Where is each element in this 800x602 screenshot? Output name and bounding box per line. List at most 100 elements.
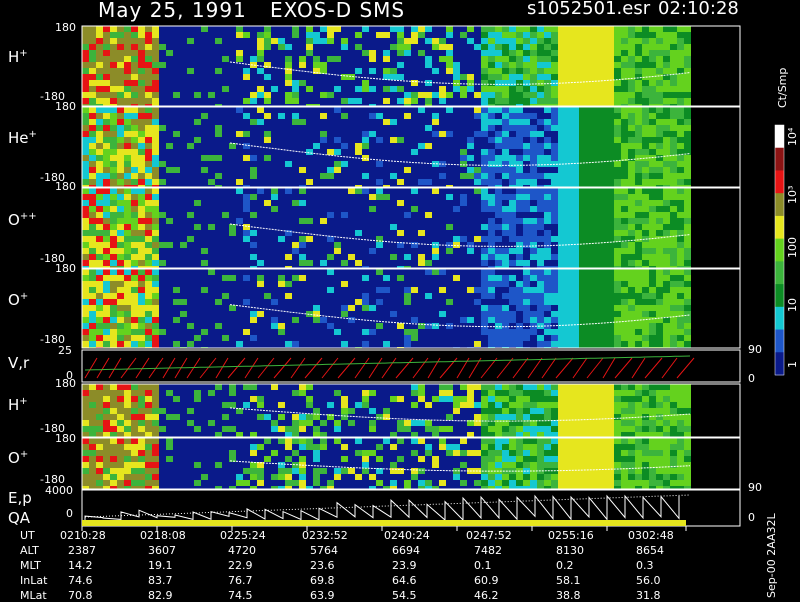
panel-ymax-o-plus-2: 180 <box>55 432 76 445</box>
panel-label-h-plus-2: H+ <box>8 396 28 414</box>
orbit-cell-alt: 2387 <box>68 544 96 557</box>
orbit-cell-alt: 4720 <box>228 544 256 557</box>
orbit-cell-alt: 5764 <box>310 544 338 557</box>
orbit-cell-mlat: 82.9 <box>148 589 173 602</box>
vr-red-sawtooth <box>368 357 383 379</box>
colorbar-swatch <box>775 238 784 262</box>
panel-rmax-e-p: 90 <box>748 481 762 494</box>
vr-red-sawtooth <box>199 357 217 379</box>
vr-red-sawtooth <box>512 357 529 379</box>
vr-red-sawtooth <box>273 357 292 379</box>
vr-red-sawtooth <box>120 357 137 379</box>
orbit-cell-mlt: 19.1 <box>148 559 173 572</box>
orbit-cell-inlat: 56.0 <box>636 574 661 587</box>
vr-red-sawtooth <box>631 357 646 379</box>
panel-label-e-p: E,p <box>8 489 32 507</box>
vr-red-sawtooth <box>321 357 339 379</box>
orbit-cell-mlat: 38.8 <box>556 589 581 602</box>
vr-red-sawtooth <box>427 357 441 379</box>
vr-red-sawtooth <box>395 357 414 379</box>
colorbar-swatch <box>775 352 784 376</box>
orbit-cell-alt: 8654 <box>636 544 664 557</box>
vr-red-sawtooth <box>381 357 397 379</box>
colorbar-tick-1e3: 10³ <box>786 185 799 204</box>
panel-label-o-plus-plus: O++ <box>8 211 37 229</box>
orbit-cell-ut: 0302:48 <box>628 529 674 542</box>
vr-red-sawtooth <box>257 357 275 379</box>
vr-red-sawtooth <box>337 357 356 379</box>
orbit-cell-mlat: 70.8 <box>68 589 93 602</box>
orbit-cell-inlat: 69.8 <box>310 574 335 587</box>
panel-rmax-v-r: 90 <box>748 343 762 356</box>
orbit-cell-ut: 0218:08 <box>140 529 186 542</box>
orbit-row-label: InLat <box>20 574 48 587</box>
colorbar-swatch <box>775 125 784 149</box>
colorbar-swatch <box>775 215 784 240</box>
panel-rmin-v-r: 0 <box>748 372 755 385</box>
panel-label-v-r: V,r <box>8 354 30 372</box>
vr-red-sawtooth <box>614 357 633 379</box>
panel-label-he-plus: He+ <box>8 129 37 147</box>
panel-ymax-o-plus: 180 <box>55 262 76 275</box>
orbit-cell-mlat: 46.2 <box>474 589 499 602</box>
colorbar-swatch <box>775 261 784 285</box>
vr-red-sawtooth <box>215 357 229 379</box>
orbit-cell-inlat: 60.9 <box>474 574 499 587</box>
vr-red-sawtooth <box>354 357 370 379</box>
panel-he-plus-spectrogram <box>82 107 691 187</box>
orbit-cell-ut: 0210:28 <box>60 529 106 542</box>
ep-pitch-trace <box>84 494 690 518</box>
orbit-cell-ut: 0240:24 <box>384 529 430 542</box>
panel-ymax-o-plus-plus: 180 <box>55 180 76 193</box>
colorbar-swatch <box>775 284 784 308</box>
side-note: Sep-00 2AA32L <box>765 513 778 598</box>
orbit-cell-mlt: 22.9 <box>228 559 253 572</box>
orbit-cell-mlt: 23.6 <box>310 559 335 572</box>
vr-red-sawtooth <box>135 357 150 379</box>
orbit-cell-alt: 7482 <box>474 544 502 557</box>
vr-red-sawtooth <box>244 357 259 379</box>
vr-red-sawtooth <box>84 357 98 379</box>
ep-energy-trace <box>84 494 680 522</box>
vr-red-sawtooth <box>644 357 663 379</box>
orbit-cell-mlt: 14.2 <box>68 559 93 572</box>
colorbar-tick-100: 100 <box>786 237 799 258</box>
vr-red-sawtooth <box>586 357 604 379</box>
colorbar-unit: Ct/Smp <box>776 67 789 108</box>
orbit-cell-ut: 0247:52 <box>466 529 512 542</box>
vr-red-sawtooth <box>541 357 557 379</box>
orbit-cell-inlat: 74.6 <box>68 574 93 587</box>
vr-red-sawtooth <box>96 357 110 379</box>
orbit-cell-mlat: 54.5 <box>392 589 417 602</box>
orbit-row-label: MLat <box>20 589 47 602</box>
orbit-cell-alt: 6694 <box>392 544 420 557</box>
qa-bar <box>82 520 686 526</box>
colorbar-tick-10: 10 <box>786 298 799 312</box>
orbit-cell-mlt: 0.2 <box>556 559 574 572</box>
orbit-cell-alt: 3607 <box>148 544 176 557</box>
panel-rmin-e-p: 0 <box>748 511 755 524</box>
panel-ymax-he-plus: 180 <box>55 100 76 113</box>
vr-red-sawtooth <box>602 357 616 379</box>
panel-o-plus-2-spectrogram <box>82 438 691 489</box>
panel-ymax-h-plus-2: 180 <box>55 377 76 390</box>
vr-red-sawtooth <box>108 357 122 379</box>
panel-o-plus-plus-spectrogram <box>82 188 691 268</box>
panel-ymin-e-p: 0 <box>66 507 73 520</box>
orbit-cell-mlt: 23.9 <box>392 559 417 572</box>
colorbar-swatch <box>775 193 784 217</box>
orbit-cell-mlt: 0.1 <box>474 559 492 572</box>
colorbar-tick-1e4: 10⁴ <box>786 127 799 146</box>
orbit-cell-inlat: 64.6 <box>392 574 417 587</box>
panel-h-plus-2-spectrogram <box>82 384 691 437</box>
orbit-cell-inlat: 76.7 <box>228 574 253 587</box>
vr-red-sawtooth <box>527 357 543 379</box>
orbit-cell-mlat: 74.5 <box>228 589 253 602</box>
vr-red-sawtooth <box>661 357 678 379</box>
panel-label-o-plus-2: O+ <box>8 449 29 467</box>
panel-label-h-plus: H+ <box>8 48 28 66</box>
orbit-cell-mlat: 63.9 <box>310 589 335 602</box>
orbit-cell-ut: 0255:16 <box>548 529 594 542</box>
colorbar-swatch <box>775 306 784 331</box>
panel-label-qa: QA <box>8 509 31 527</box>
